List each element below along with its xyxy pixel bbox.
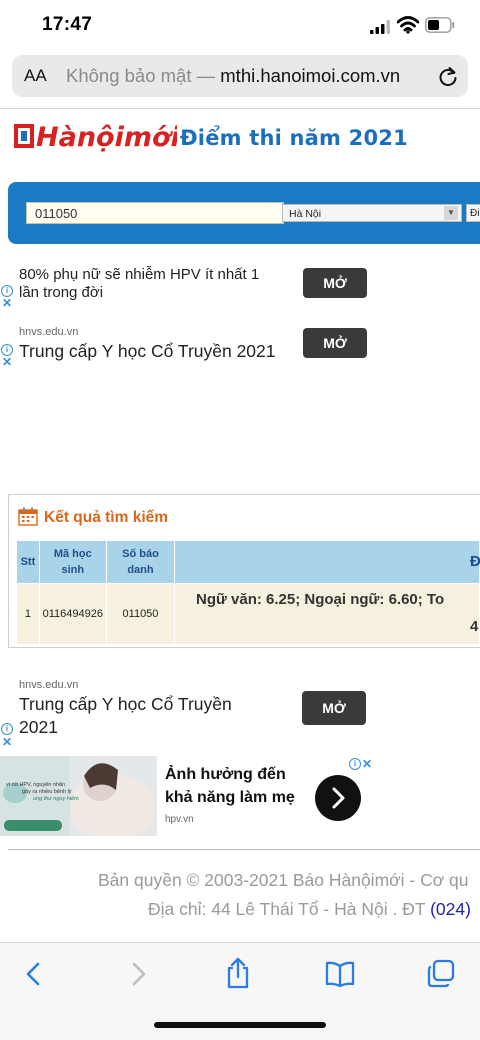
- cell-student-id: 0116494926: [38, 583, 107, 645]
- divider: [0, 108, 480, 109]
- ad-domain: hnvs.edu.vn: [19, 679, 79, 691]
- footer-divider: [8, 849, 480, 850]
- hanoimoi-logo[interactable]: Hànộimới: [12, 118, 177, 154]
- col-header-student-id-label: Mã học sinh: [53, 548, 92, 576]
- city-select-value: Hà Nội: [289, 208, 322, 220]
- scores-text: Ngữ văn: 6.25; Ngoại ngữ: 6.60; To: [196, 591, 445, 608]
- cell-candidate-number: 011050: [105, 583, 176, 645]
- ad-close-icon[interactable]: ✕: [362, 757, 372, 771]
- ad-domain: hnvs.edu.vn: [19, 326, 79, 338]
- col-header-candidate-number-label: Số báo danh: [122, 548, 159, 576]
- ad-close-icon[interactable]: ✕: [2, 735, 12, 749]
- url-display[interactable]: Không bảo mật — mthi.hanoimoi.com.vn: [66, 65, 400, 87]
- ad-info-icon[interactable]: i: [349, 758, 361, 770]
- ad-text: Trung cấp Y học Cổ Truyền 2021: [19, 341, 276, 361]
- battery-icon: [425, 17, 455, 33]
- domain-label: mthi.hanoimoi.com.vn: [220, 65, 401, 86]
- page-title: Điểm thi năm 2021: [180, 126, 408, 150]
- second-select[interactable]: Đi: [466, 204, 480, 222]
- security-label: Không bảo mật —: [66, 65, 216, 86]
- reader-settings-label: AA: [24, 66, 47, 85]
- tabs-icon[interactable]: [426, 958, 456, 988]
- reader-settings-button[interactable]: AA: [24, 66, 47, 86]
- city-select[interactable]: Hà Nội: [282, 204, 462, 222]
- forward-icon[interactable]: [126, 960, 150, 988]
- chevron-down-icon[interactable]: ▼: [444, 206, 458, 220]
- home-indicator: [154, 1022, 326, 1028]
- ad-open-button[interactable]: MỞ: [303, 328, 367, 358]
- calendar-icon: [18, 507, 38, 526]
- ad-text: 80% phụ nữ sẽ nhiễm HPV ít nhất 1 lần tr…: [19, 266, 260, 301]
- ad-close-icon[interactable]: ✕: [2, 296, 12, 310]
- ad-open-button[interactable]: MỞ: [303, 268, 367, 298]
- ad-text-line1: Trung cấp Y học Cổ Truyền: [19, 694, 232, 714]
- back-icon[interactable]: [22, 960, 46, 988]
- ad-text-line2: 2021: [19, 717, 58, 737]
- col-header-student-id: Mã học sinh: [38, 540, 107, 584]
- col-header-scores-label: Đ: [470, 553, 480, 570]
- col-header-scores: [174, 540, 480, 584]
- share-icon[interactable]: [224, 956, 252, 990]
- ad-image-text-2: gây ra nhiều bệnh lý: [22, 789, 72, 795]
- student-number-input[interactable]: 011050: [26, 202, 284, 224]
- cellular-signal-icon: [370, 20, 390, 34]
- ad-info-icon[interactable]: i: [1, 723, 13, 735]
- footer-copyright: Bản quyền © 2003-2021 Báo Hànộimới - Cơ …: [98, 870, 469, 890]
- cell-stt: 1: [16, 583, 40, 645]
- ad-headline-line1: Ảnh hưởng đến: [165, 766, 286, 783]
- col-header-stt: Stt: [16, 540, 40, 584]
- status-time: 17:47: [42, 14, 93, 35]
- ad-headline-line2: khả năng làm mẹ: [165, 789, 295, 806]
- ad-close-icon[interactable]: ✕: [2, 355, 12, 369]
- ad-open-button[interactable]: MỞ: [302, 691, 366, 725]
- logo-text: Hànộimới: [36, 122, 177, 153]
- scores-text-continued: 4: [470, 618, 479, 635]
- ad-image-text-3: ung thư nguy hiểm: [33, 796, 79, 802]
- wifi-icon: [397, 16, 419, 34]
- footer-address-text: Địa chỉ: 44 Lê Thái Tổ - Hà Nội . ĐT: [148, 899, 426, 919]
- bookmarks-icon[interactable]: [324, 960, 356, 988]
- footer-address: Địa chỉ: 44 Lê Thái Tổ - Hà Nội . ĐT (02…: [148, 899, 471, 920]
- footer-phone: (024): [430, 899, 471, 919]
- chevron-right-icon: [332, 787, 345, 809]
- ad-domain: hpv.vn: [165, 814, 194, 825]
- results-title: Kết quả tìm kiếm: [44, 509, 169, 526]
- table-header-row: Stt Mã học sinh Số báo danh: [16, 540, 480, 584]
- reload-icon[interactable]: [437, 64, 459, 88]
- col-header-candidate-number: Số báo danh: [105, 540, 176, 584]
- ad-image-text-1: vi rút HPV, nguyên nhân: [6, 782, 66, 788]
